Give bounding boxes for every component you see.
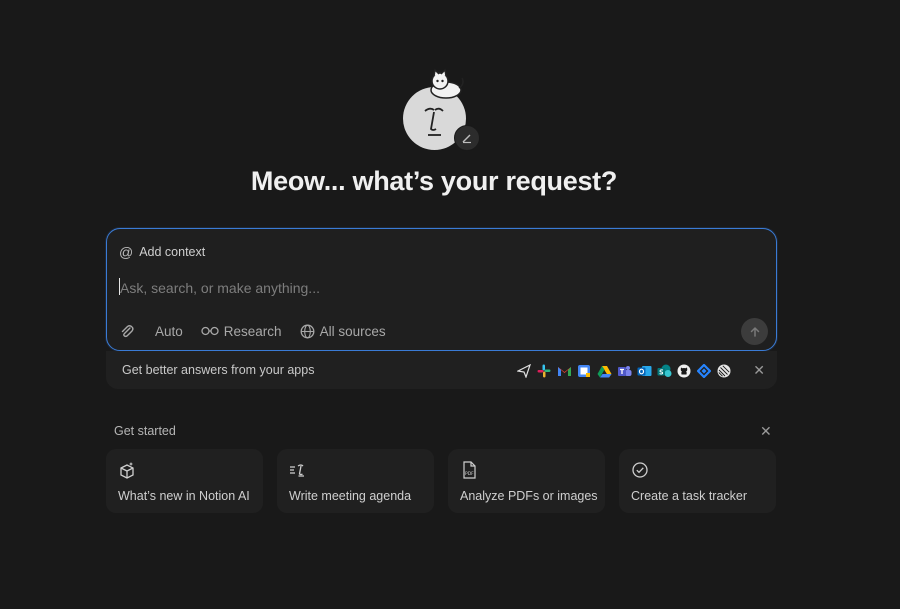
mode-label: Auto	[155, 323, 183, 339]
arrow-up-icon	[750, 326, 759, 337]
sources-selector[interactable]: All sources	[300, 324, 386, 339]
connect-apps-banner: Get better answers from your apps ✕	[106, 351, 777, 389]
microsoft-teams-icon[interactable]	[616, 363, 632, 379]
app-icons-row	[516, 363, 732, 379]
cat-icon	[430, 68, 464, 99]
paperclip-icon	[121, 325, 134, 338]
outlook-icon[interactable]	[636, 363, 652, 379]
card-label: Write meeting agenda	[289, 489, 412, 503]
composer-toolbar: Auto Research All sources	[119, 319, 404, 343]
globe-icon	[300, 324, 315, 338]
card-whats-new[interactable]: What’s new in Notion AI	[106, 449, 263, 513]
google-drive-icon[interactable]	[596, 363, 612, 379]
check-circle-icon	[632, 462, 648, 478]
research-toggle[interactable]: Research	[201, 324, 282, 339]
svg-text:PDF: PDF	[465, 471, 474, 477]
google-calendar-icon[interactable]	[576, 363, 592, 379]
notion-ai-home: Meow... what’s your request? @ Add conte…	[0, 0, 900, 609]
jira-icon[interactable]	[696, 363, 712, 379]
slack-icon[interactable]	[536, 363, 552, 379]
prompt-input[interactable]	[118, 275, 722, 301]
card-meeting-agenda[interactable]: Write meeting agenda	[277, 449, 434, 513]
sharepoint-icon[interactable]	[656, 363, 672, 379]
research-glasses-icon	[201, 326, 219, 336]
github-icon[interactable]	[676, 363, 692, 379]
pencil-icon	[462, 134, 471, 144]
attach-button[interactable]	[119, 323, 135, 339]
close-get-started-button[interactable]: ✕	[760, 423, 772, 440]
send-app-icon[interactable]	[516, 363, 532, 379]
at-sign-icon: @	[119, 244, 134, 260]
card-label: Analyze PDFs or images	[460, 489, 598, 503]
text-caret	[119, 278, 120, 295]
card-label: Create a task tracker	[631, 489, 748, 503]
send-button[interactable]	[741, 318, 768, 345]
research-label: Research	[223, 323, 282, 339]
close-apps-banner-button[interactable]: ✕	[753, 362, 765, 379]
add-context-label: Add context	[139, 245, 206, 259]
edit-avatar-button[interactable]	[454, 125, 480, 151]
get-started-cards: What’s new in Notion AI Write meeting ag…	[106, 449, 776, 513]
sources-label: All sources	[319, 323, 386, 339]
card-analyze-pdfs[interactable]: PDF Analyze PDFs or images	[448, 449, 605, 513]
ai-avatar[interactable]	[396, 68, 486, 152]
card-task-tracker[interactable]: Create a task tracker	[619, 449, 776, 513]
linear-icon[interactable]	[716, 363, 732, 379]
card-label: What’s new in Notion AI	[118, 489, 250, 503]
gmail-icon[interactable]	[556, 363, 572, 379]
gift-sparkle-icon	[120, 462, 134, 479]
agenda-icon	[290, 464, 304, 477]
mode-selector[interactable]: Auto	[155, 324, 183, 339]
connect-apps-text[interactable]: Get better answers from your apps	[122, 363, 314, 377]
prompt-composer: @ Add context Auto Research	[106, 228, 777, 351]
pdf-icon: PDF	[463, 461, 476, 479]
add-context-button[interactable]: @ Add context	[119, 241, 205, 263]
get-started-heading: Get started	[114, 424, 176, 438]
page-title: Meow... what’s your request?	[250, 166, 618, 196]
